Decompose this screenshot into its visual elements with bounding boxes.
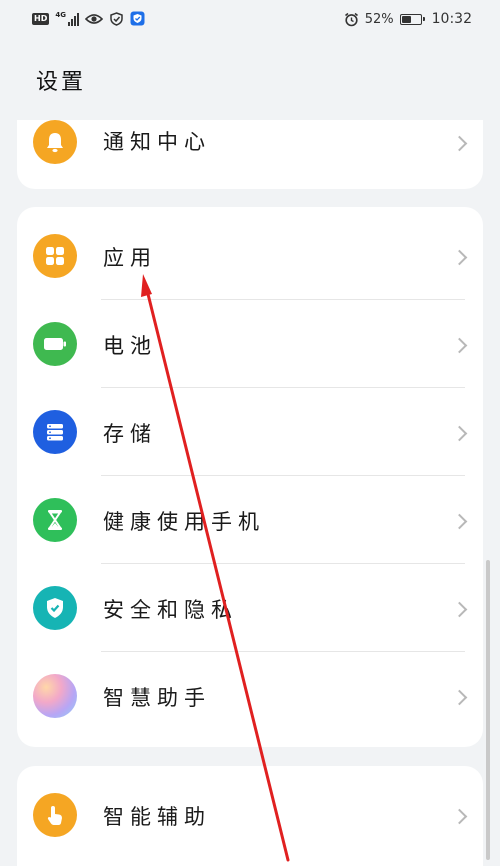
chevron-right-icon bbox=[451, 135, 468, 152]
settings-item-label: 存储 bbox=[103, 422, 157, 446]
storage-icon bbox=[33, 410, 77, 454]
signal-icon: 4G bbox=[55, 10, 79, 26]
settings-item-label: 通知中心 bbox=[103, 130, 211, 154]
hand-pointer-icon bbox=[33, 793, 77, 837]
settings-card-accessibility: 智能辅助 bbox=[17, 766, 483, 866]
settings-item-label: 应用 bbox=[103, 246, 157, 270]
settings-item-battery[interactable]: 电池 bbox=[17, 300, 483, 388]
settings-item-label: 智能辅助 bbox=[103, 805, 211, 829]
settings-item-label: 智慧助手 bbox=[103, 686, 211, 710]
bell-icon bbox=[33, 120, 77, 164]
settings-item-label: 电池 bbox=[103, 334, 157, 358]
settings-item-apps[interactable]: 应用 bbox=[17, 212, 483, 300]
page-title: 设置 bbox=[36, 70, 87, 95]
battery-fill bbox=[401, 15, 411, 23]
apps-grid-icon bbox=[33, 234, 77, 278]
security-shield-icon bbox=[130, 11, 145, 26]
gradient-orb-icon bbox=[33, 674, 77, 718]
settings-item-notification-center[interactable]: 通知中心 bbox=[17, 120, 483, 186]
alarm-icon bbox=[344, 12, 358, 26]
settings-card-notifications: 通知中心 bbox=[17, 120, 483, 189]
chevron-right-icon bbox=[451, 249, 468, 266]
network-type: 4G bbox=[55, 10, 66, 19]
settings-item-label: 安全和隐私 bbox=[103, 598, 238, 622]
status-right-group: 52% 10:32 bbox=[344, 11, 472, 27]
battery-percent: 52% bbox=[364, 11, 394, 27]
shield-check-icon bbox=[33, 586, 77, 630]
settings-item-security-privacy[interactable]: 安全和隐私 bbox=[17, 564, 483, 652]
chevron-right-icon bbox=[451, 513, 468, 530]
chevron-right-icon bbox=[451, 337, 468, 354]
chevron-right-icon bbox=[451, 601, 468, 618]
settings-item-storage[interactable]: 存储 bbox=[17, 388, 483, 476]
wifi-shield-icon bbox=[110, 11, 123, 26]
battery-icon bbox=[399, 13, 425, 25]
settings-card-device: 应用 电池 存储 健康使用手机 安全和隐私 智慧助手 bbox=[17, 207, 483, 747]
battery-icon bbox=[33, 322, 77, 366]
scrollbar[interactable] bbox=[486, 560, 490, 860]
settings-item-smart-assistant[interactable]: 智慧助手 bbox=[17, 652, 483, 740]
settings-item-label: 健康使用手机 bbox=[103, 510, 265, 534]
status-left-group: HD 4G bbox=[32, 11, 145, 26]
chevron-right-icon bbox=[451, 689, 468, 706]
status-bar: HD 4G 52% 10:32 bbox=[0, 0, 500, 40]
hd-badge: HD bbox=[32, 12, 50, 25]
hourglass-icon bbox=[33, 498, 77, 542]
clock: 10:32 bbox=[431, 11, 472, 27]
chevron-right-icon bbox=[451, 425, 468, 442]
chevron-right-icon bbox=[451, 808, 468, 825]
eye-icon bbox=[84, 13, 103, 24]
settings-item-accessibility[interactable]: 智能辅助 bbox=[17, 771, 483, 859]
settings-item-digital-balance[interactable]: 健康使用手机 bbox=[17, 476, 483, 564]
